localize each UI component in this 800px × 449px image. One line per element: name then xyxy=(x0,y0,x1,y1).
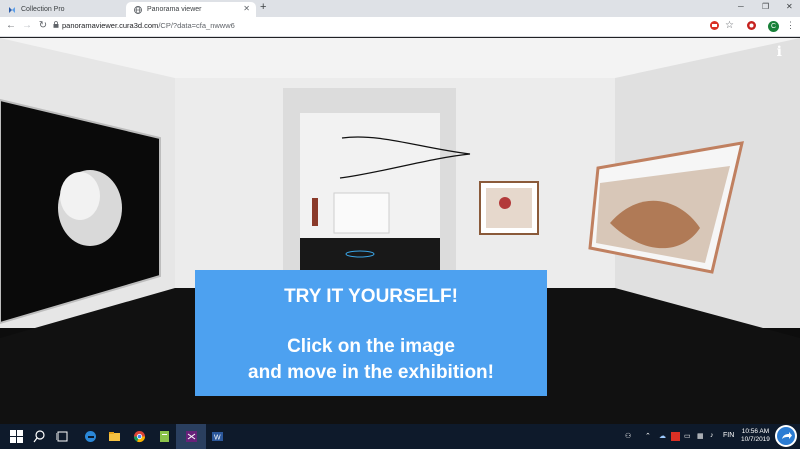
try-it-callout: TRY IT YOURSELF! Click on the image and … xyxy=(195,270,547,396)
tab-panorama-viewer[interactable]: Panorama viewer ✕ xyxy=(126,2,256,17)
callout-heading: TRY IT YOURSELF! xyxy=(284,286,458,307)
tab-collection-pro[interactable]: Collection Pro xyxy=(0,2,124,17)
close-window-icon[interactable]: ✕ xyxy=(786,2,793,11)
profile-avatar[interactable]: C xyxy=(768,21,779,32)
clock-date: 10/7/2019 xyxy=(741,436,770,443)
extension-icon[interactable] xyxy=(746,20,757,31)
battery-icon[interactable]: ▭ xyxy=(684,432,691,440)
lock-icon xyxy=(53,21,59,28)
tab-label: Panorama viewer xyxy=(147,6,202,13)
chrome-icon[interactable] xyxy=(133,430,146,443)
tab-strip: Collection Pro Panorama viewer ✕ + ─ ❐ ✕ xyxy=(0,0,800,17)
clock-time: 10:56 AM xyxy=(741,428,770,435)
bookmark-star-icon[interactable]: ☆ xyxy=(725,20,736,31)
notepad-icon[interactable] xyxy=(158,430,171,443)
callout-line-2: and move in the exhibition! xyxy=(248,362,494,383)
site-info-icon[interactable] xyxy=(709,20,720,31)
volume-icon[interactable]: ♪ xyxy=(710,432,714,439)
callout-line-1: Click on the image xyxy=(287,336,455,357)
globe-icon xyxy=(134,5,142,14)
word-icon[interactable]: W xyxy=(211,430,224,443)
forward-icon[interactable]: → xyxy=(21,20,33,31)
onedrive-icon[interactable]: ☁ xyxy=(659,432,666,440)
minimize-icon[interactable]: ─ xyxy=(738,2,744,11)
url-path: /CP/?data=cfa_nwww6 xyxy=(158,21,235,30)
panorama-viewport[interactable]: i TRY IT YOURSELF! Click on the image an… xyxy=(0,38,800,424)
task-view-icon[interactable] xyxy=(56,430,69,443)
chevron-up-icon[interactable]: ⌃ xyxy=(645,432,651,440)
browser-toolbar: ← → ↻ panoramaviewer.cura3d.com/CP/?data… xyxy=(0,17,800,37)
info-icon[interactable]: i xyxy=(777,44,782,60)
close-tab-icon[interactable]: ✕ xyxy=(243,4,250,13)
collection-pro-icon xyxy=(9,6,15,13)
menu-icon[interactable]: ⋮ xyxy=(786,20,795,31)
reload-icon[interactable]: ↻ xyxy=(37,20,49,31)
taskbar: W ⚇ ⌃ ☁ ▭ ▦ ♪ FIN 10:56 AM 10/7/2019 xyxy=(0,424,800,449)
security-icon[interactable] xyxy=(671,432,680,441)
network-icon[interactable]: ▦ xyxy=(697,432,704,440)
new-tab-button[interactable]: + xyxy=(260,1,266,13)
people-icon[interactable]: ⚇ xyxy=(625,432,631,440)
file-explorer-icon[interactable] xyxy=(108,430,121,443)
edge-icon[interactable] xyxy=(84,430,97,443)
svg-text:W: W xyxy=(214,435,221,442)
language-indicator[interactable]: FIN xyxy=(723,432,734,439)
restore-icon[interactable]: ❐ xyxy=(762,2,769,11)
visual-studio-icon[interactable] xyxy=(185,430,198,443)
url-host: panoramaviewer.cura3d.com xyxy=(62,21,159,30)
address-bar[interactable]: panoramaviewer.cura3d.com/CP/?data=cfa_n… xyxy=(62,21,235,30)
clock[interactable]: 10:56 AM 10/7/2019 xyxy=(741,428,770,444)
share-button[interactable] xyxy=(775,425,797,447)
share-arrow-icon xyxy=(777,427,795,445)
tab-label: Collection Pro xyxy=(21,6,65,13)
back-icon[interactable]: ← xyxy=(5,20,17,31)
windows-start-icon[interactable] xyxy=(10,430,23,443)
search-icon[interactable] xyxy=(33,430,46,443)
